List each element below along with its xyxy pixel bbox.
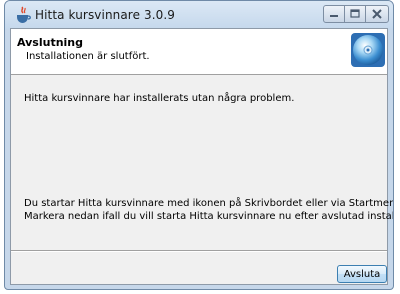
installer-window: Hitta kursvinnare 3.0.9 Avslutning Insta… xyxy=(4,0,394,290)
minimize-button[interactable] xyxy=(323,5,345,23)
java-cup-icon xyxy=(17,6,31,23)
title-bar[interactable]: Hitta kursvinnare 3.0.9 xyxy=(5,1,393,29)
page-subtitle: Installationen är slutfört. xyxy=(26,51,150,62)
page-title: Avslutning xyxy=(17,36,84,49)
window-title: Hitta kursvinnare 3.0.9 xyxy=(35,8,176,22)
cd-disc-icon xyxy=(351,33,385,67)
launch-instructions: Markera nedan ifall du vill starta Hitta… xyxy=(24,211,394,222)
wizard-client-area: Avslutning Installationen är slutfört. H… xyxy=(10,28,393,285)
maximize-icon xyxy=(350,9,360,18)
footer-divider xyxy=(11,250,387,252)
finish-button[interactable]: Avsluta xyxy=(337,265,387,283)
start-instructions: Du startar Hitta kursvinnare med ikonen … xyxy=(24,198,394,209)
close-button[interactable] xyxy=(365,5,389,23)
close-icon xyxy=(372,9,382,19)
wizard-header: Avslutning Installationen är slutfört. xyxy=(11,29,387,75)
success-message: Hitta kursvinnare har installerats utan … xyxy=(24,93,295,104)
maximize-button[interactable] xyxy=(344,5,366,23)
minimize-icon xyxy=(330,15,338,17)
